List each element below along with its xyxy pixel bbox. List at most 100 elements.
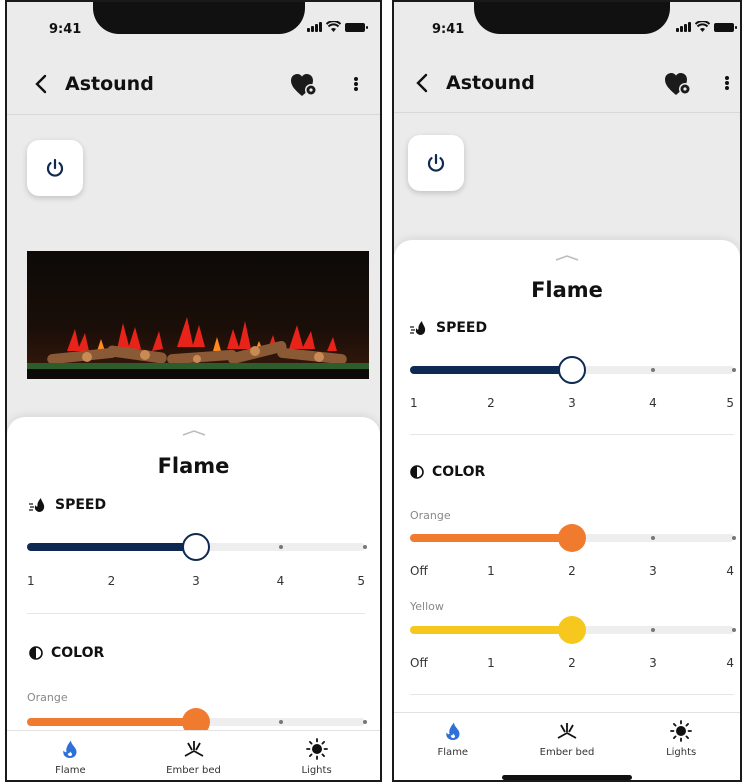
speed-tick: 3 (568, 396, 576, 410)
flame-icon (446, 722, 460, 740)
flame-settings-sheet: Flame SPEED 1 2 3 4 5 (7, 417, 380, 780)
orange-label: Orange (410, 509, 451, 522)
fireplace-preview-image (27, 251, 369, 379)
yellow-slider-fill (410, 626, 572, 634)
phone-screen-fireplace-view: 9:41 Astound Flame SPEED 1 2 3 4 5 COLOR… (5, 0, 382, 782)
orange-slider-fill (410, 534, 572, 542)
section-divider (410, 434, 734, 435)
yellow-tick-labels: Off 1 2 3 4 (410, 656, 734, 672)
wifi-icon (695, 21, 710, 32)
tab-flame[interactable]: Flame (403, 719, 503, 758)
status-icons (307, 21, 368, 32)
back-arrow-icon[interactable] (29, 72, 53, 96)
speed-slider-fill (27, 543, 196, 551)
sheet-drag-handle[interactable] (181, 429, 207, 437)
speed-slider[interactable] (27, 533, 367, 561)
yellow-slider-thumb[interactable] (558, 616, 586, 644)
power-icon (427, 153, 445, 172)
speed-section-header: SPEED (29, 497, 106, 513)
status-icons (676, 21, 737, 32)
orange-slider-step (363, 720, 367, 724)
tab-flame[interactable]: Flame (20, 737, 120, 776)
speed-slider[interactable] (410, 356, 736, 384)
orange-tick-labels: Off 1 2 3 4 (410, 564, 734, 580)
speed-slider-step (732, 368, 736, 372)
tab-lights[interactable]: Lights (631, 719, 731, 758)
home-indicator (502, 775, 632, 780)
power-icon (46, 158, 64, 177)
tab-ember-bed[interactable]: Ember bed (517, 719, 617, 758)
tab-label: Lights (301, 765, 332, 776)
color-contrast-icon (29, 646, 43, 660)
yellow-slider-step (732, 628, 736, 632)
status-time: 9:41 (49, 22, 82, 37)
wifi-icon (326, 21, 341, 32)
orange-slider-step (278, 720, 283, 724)
phone-screen-expanded-sheet: 9:41 Astound Flame SPEED 1 2 3 4 5 COLOR… (392, 0, 742, 782)
back-arrow-icon[interactable] (410, 71, 434, 95)
orange-slider[interactable] (410, 524, 736, 552)
yellow-slider[interactable] (410, 616, 736, 644)
orange-slider-thumb[interactable] (558, 524, 586, 552)
orange-tick: Off (410, 564, 428, 578)
speed-tick-labels: 1 2 3 4 5 (27, 574, 365, 590)
orange-tick: 2 (568, 564, 576, 578)
speed-tick: 2 (107, 574, 116, 588)
speed-section-header: SPEED (410, 320, 487, 336)
color-label: COLOR (432, 464, 486, 480)
orange-slider-step (651, 536, 655, 540)
page-title: Astound (446, 72, 535, 94)
yellow-slider-step (651, 628, 655, 632)
tab-ember-bed[interactable]: Ember bed (144, 737, 244, 776)
speed-label: SPEED (436, 320, 488, 336)
power-button[interactable] (408, 135, 464, 191)
tab-label: Flame (55, 765, 86, 776)
bottom-tab-bar: Flame Ember bed Lights (394, 712, 740, 780)
speed-tick: 1 (410, 396, 418, 410)
orange-tick: 4 (726, 564, 734, 578)
status-bar: 9:41 (394, 2, 740, 52)
speed-slider-fill (410, 366, 572, 374)
header-divider (7, 114, 380, 115)
favorite-settings-icon[interactable] (664, 71, 692, 97)
ember-bed-icon (557, 723, 577, 739)
sheet-title: Flame (157, 454, 230, 478)
speed-slider-step (278, 545, 283, 549)
color-contrast-icon (410, 465, 424, 479)
more-options-icon[interactable] (351, 74, 361, 94)
flame-speed-icon (410, 321, 426, 335)
color-label: COLOR (51, 645, 105, 661)
section-divider (410, 694, 734, 695)
more-options-icon[interactable] (722, 73, 732, 93)
favorite-settings-icon[interactable] (290, 72, 318, 98)
cellular-signal-icon (307, 22, 322, 32)
sheet-drag-handle[interactable] (554, 254, 580, 262)
yellow-tick: 2 (568, 656, 576, 670)
orange-slider-step (732, 536, 736, 540)
page-title: Astound (65, 73, 154, 95)
speed-slider-thumb[interactable] (182, 533, 210, 561)
app-header: Astound (394, 61, 740, 105)
speed-tick-labels: 1 2 3 4 5 (410, 396, 734, 412)
speed-slider-step (363, 545, 367, 549)
speed-tick: 4 (649, 396, 657, 410)
header-divider (394, 112, 740, 113)
section-divider (27, 613, 365, 614)
orange-tick: 3 (649, 564, 657, 578)
yellow-tick: 1 (487, 656, 495, 670)
flame-speed-icon (29, 498, 45, 512)
status-time: 9:41 (432, 22, 465, 37)
speed-slider-thumb[interactable] (558, 356, 586, 384)
color-section-header: COLOR (29, 645, 104, 661)
orange-tick: 1 (487, 564, 495, 578)
status-bar: 9:41 (7, 2, 380, 52)
tab-lights[interactable]: Lights (267, 737, 367, 776)
cellular-signal-icon (676, 22, 691, 32)
app-header: Astound (7, 62, 380, 106)
flame-settings-sheet: Flame SPEED 1 2 3 4 5 (394, 240, 740, 780)
tab-label: Flame (437, 747, 469, 758)
tab-label: Lights (666, 747, 697, 758)
sun-icon (305, 738, 328, 760)
tab-label: Ember bed (539, 747, 595, 758)
power-button[interactable] (27, 140, 83, 196)
